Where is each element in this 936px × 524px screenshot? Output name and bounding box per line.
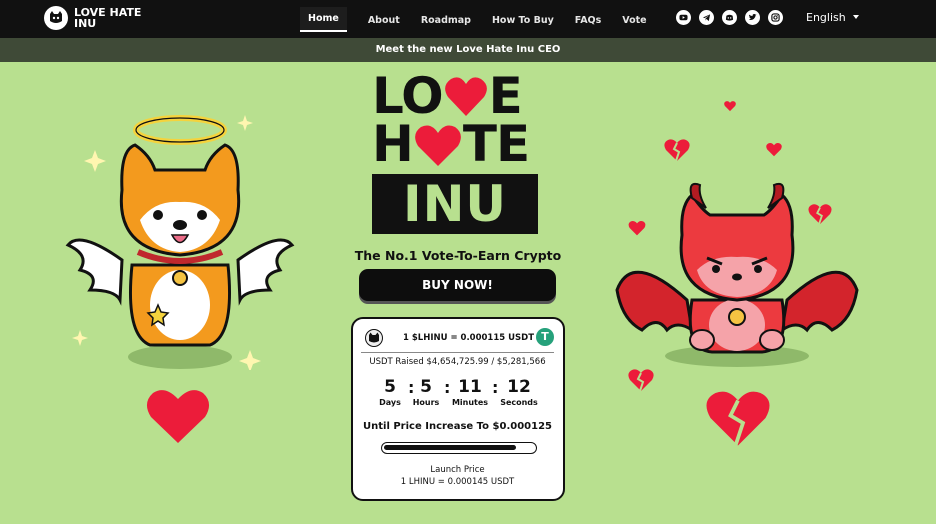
nav-about[interactable]: About — [368, 9, 400, 30]
countdown-seconds-label: Seconds — [500, 398, 538, 407]
tagline: The No.1 Vote-To-Earn Crypto — [354, 248, 562, 263]
countdown-separator: : — [492, 378, 499, 397]
countdown-minutes-label: Minutes — [451, 398, 489, 407]
countdown-minutes: 11 Minutes — [450, 377, 490, 407]
countdown-seconds: 12 Seconds — [499, 377, 539, 407]
social-links — [676, 10, 791, 25]
brand-logo-icon — [44, 6, 68, 30]
chevron-down-icon[interactable] — [853, 15, 859, 19]
broken-heart-icon — [808, 204, 832, 225]
brand-link[interactable]: LOVE HATE INU — [44, 6, 144, 30]
nav-faqs[interactable]: FAQs — [575, 9, 601, 30]
presale-progress-fill — [384, 445, 516, 450]
nav-links: Home About Roadmap How To Buy FAQs Vote — [300, 0, 668, 38]
instagram-icon[interactable] — [768, 10, 783, 25]
launch-price-label: Launch Price — [430, 465, 485, 475]
buy-now-button[interactable]: BUY NOW! — [359, 269, 556, 301]
countdown-seconds-value: 12 — [507, 377, 531, 397]
logo-text-te: TE — [462, 115, 530, 173]
hero-logo: LO E H TE INU — [372, 71, 544, 234]
broken-heart-icon — [628, 369, 654, 392]
countdown-minutes-value: 11 — [458, 377, 482, 397]
raised-label: USDT Raised — [369, 357, 424, 367]
nav-how-to-buy[interactable]: How To Buy — [492, 9, 554, 30]
broken-heart-icon — [664, 139, 690, 162]
next-price-text: Until Price Increase To $0.000125 — [363, 421, 552, 432]
broken-heart-icon — [706, 391, 770, 447]
logo-line-hate: H TE — [372, 119, 544, 169]
presale-card: 1 $LHINU = 0.000115 USDT T USDT Raised $… — [351, 317, 565, 501]
countdown-days: 5 Days — [375, 377, 405, 407]
youtube-icon[interactable] — [676, 10, 691, 25]
nav-home[interactable]: Home — [300, 6, 347, 32]
heart-icon — [444, 77, 487, 116]
nav-roadmap[interactable]: Roadmap — [421, 9, 471, 30]
countdown-hours-value: 5 — [420, 377, 432, 397]
broken-heart-icon — [766, 142, 782, 157]
logo-text-h: H — [372, 115, 414, 173]
countdown-hours: 5 Hours — [411, 377, 441, 407]
tether-icon: T — [536, 328, 554, 346]
price-row: 1 $LHINU = 0.000115 USDT T — [353, 327, 562, 349]
logo-line-inu: INU — [372, 174, 538, 234]
language-selector[interactable]: English — [806, 11, 846, 24]
heart-icon — [414, 125, 461, 166]
brand-name: LOVE HATE INU — [74, 6, 142, 30]
angel-dog-illustration — [65, 115, 295, 370]
top-navbar: LOVE HATE INU Home About Roadmap How To … — [0, 0, 936, 38]
announcement-banner[interactable]: Meet the new Love Hate Inu CEO — [0, 38, 936, 62]
broken-heart-icon — [628, 220, 646, 236]
usdt-raised: USDT Raised $4,654,725.99 / $5,281,566 — [353, 357, 562, 367]
telegram-icon[interactable] — [699, 10, 714, 25]
logo-line-love: LO E — [372, 71, 544, 121]
token-price: 1 $LHINU = 0.000115 USDT — [403, 333, 535, 343]
divider — [361, 352, 554, 353]
launch-price-value: 1 LHINU = 0.000145 USDT — [400, 477, 515, 487]
heart-icon — [146, 390, 210, 443]
countdown-timer: 5 Days : 5 Hours : 11 Minutes : 12 Secon… — [353, 377, 562, 417]
twitter-icon[interactable] — [745, 10, 760, 25]
nav-vote[interactable]: Vote — [622, 9, 646, 30]
raised-value: $4,654,725.99 / $5,281,566 — [426, 357, 546, 367]
broken-heart-icon — [724, 101, 736, 112]
countdown-days-label: Days — [379, 398, 401, 407]
discord-icon[interactable] — [722, 10, 737, 25]
lhinu-logo-icon — [365, 329, 383, 347]
countdown-days-value: 5 — [384, 377, 396, 397]
countdown-hours-label: Hours — [412, 398, 440, 407]
presale-progress-bar — [381, 442, 537, 454]
